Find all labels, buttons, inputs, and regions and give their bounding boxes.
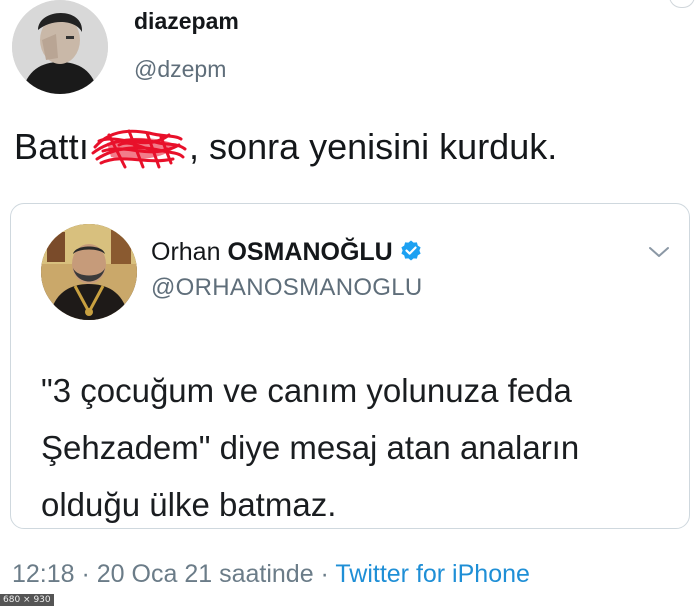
tweet-text-end: , sonra yenisini kurduk. [189,126,558,167]
chevron-down-icon[interactable] [647,244,671,260]
redaction-scribble [89,127,189,169]
quoted-tweet-card[interactable]: Orhan OSMANOĞLU @ORHANOSMANOGLU "3 çocuğ… [10,203,690,529]
quoted-author-handle[interactable]: @ORHANOSMANOGLU [151,274,423,302]
tweet: diazepam @dzepm Battı , sonra yenisini k… [0,0,695,606]
tweet-source-link[interactable]: Twitter for iPhone [335,560,530,588]
meta-separator: · [313,560,336,588]
author-handle[interactable]: @dzepm [134,56,226,83]
quoted-author-last-name: OSMANOĞLU [227,238,393,266]
quoted-tweet-text: "3 çocuğum ve canım yolunuza feda Şehzad… [41,362,681,533]
tweet-meta: 12:18 · 20 Oca 21 saatinde · Twitter for… [12,560,530,589]
quoted-tweet-line: "3 çocuğum ve canım yolunuza feda [41,372,572,409]
quoted-author-name[interactable]: Orhan OSMANOĞLU [151,238,423,267]
tweet-text-start: Battı [14,126,90,167]
corner-chevron-icon[interactable] [669,0,695,8]
verified-badge-icon [401,240,421,261]
author-name[interactable]: diazepam [134,8,239,35]
quoted-author-first-name: Orhan [151,238,228,266]
tweet-timestamp[interactable]: 12:18 · 20 Oca 21 saatinde [12,560,314,588]
quoted-tweet-line: Şehzadem" diye mesaj atan anaların [41,429,580,466]
image-size-badge: 680 × 930 [0,594,54,606]
quoted-author-avatar[interactable] [41,224,137,320]
tweet-text: Battı , sonra yenisini kurduk. [14,126,558,169]
author-avatar[interactable] [12,0,108,94]
quoted-tweet-line: olduğu ülke batmaz. [41,486,337,523]
